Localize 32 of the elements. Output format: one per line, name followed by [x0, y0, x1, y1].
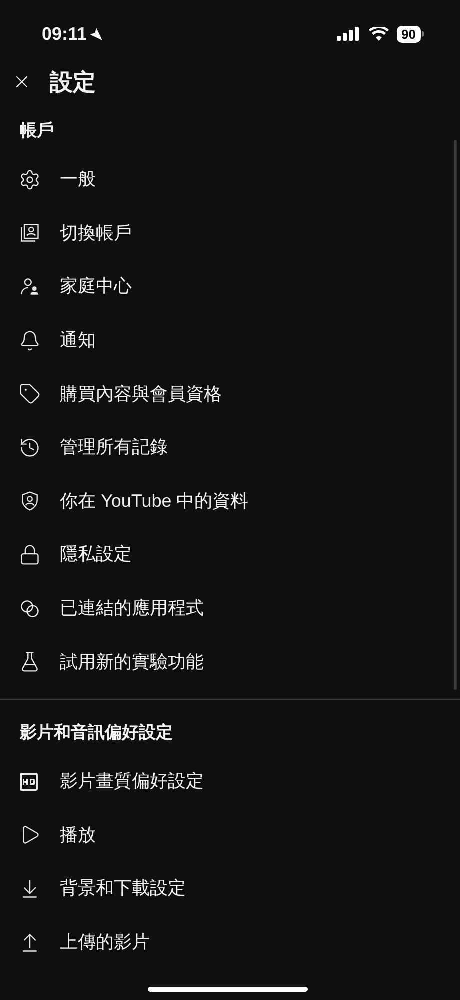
- settings-item[interactable]: 已連結的應用程式: [0, 582, 460, 636]
- flask-icon: [19, 651, 41, 674]
- shield-person-icon: [19, 490, 41, 512]
- settings-item[interactable]: 通知: [0, 314, 460, 368]
- settings-item[interactable]: 管理所有記錄: [0, 420, 460, 475]
- lock-icon: [19, 544, 41, 566]
- settings-item[interactable]: 試用新的實驗功能: [0, 635, 460, 689]
- bell-icon: [19, 330, 41, 352]
- settings-icon: [19, 168, 41, 191]
- settings-item[interactable]: 家庭中心: [0, 260, 460, 314]
- status-time: 09:11: [42, 22, 88, 46]
- section-heading: 帳戶: [19, 120, 55, 142]
- tag-icon: [19, 383, 41, 406]
- people-icon: [19, 276, 41, 298]
- settings-item[interactable]: 影片畫質偏好設定: [0, 754, 460, 809]
- wifi-icon: [368, 26, 389, 42]
- settings-item[interactable]: 你在 YouTube 中的資料: [0, 474, 460, 528]
- battery-level: 90: [396, 26, 421, 42]
- settings-item[interactable]: 購買內容與會員資格: [0, 367, 460, 421]
- location-icon: [89, 27, 104, 41]
- history-icon: [19, 436, 41, 459]
- linked-circles-icon: [19, 598, 41, 620]
- settings-item[interactable]: 背景和下載設定: [0, 862, 460, 916]
- settings-item[interactable]: 播放: [0, 808, 460, 862]
- settings-item[interactable]: 上傳的影片: [0, 916, 460, 970]
- section-heading: 影片和音訊偏好設定: [19, 722, 174, 744]
- page-title: 設定: [50, 68, 96, 97]
- settings-item[interactable]: 隱私設定: [0, 528, 460, 582]
- settings-item[interactable]: 一般: [0, 153, 460, 207]
- signal-icon: [336, 26, 361, 42]
- portrait-icon: [19, 222, 41, 244]
- settings-item[interactable]: 切換帳戶: [0, 206, 460, 260]
